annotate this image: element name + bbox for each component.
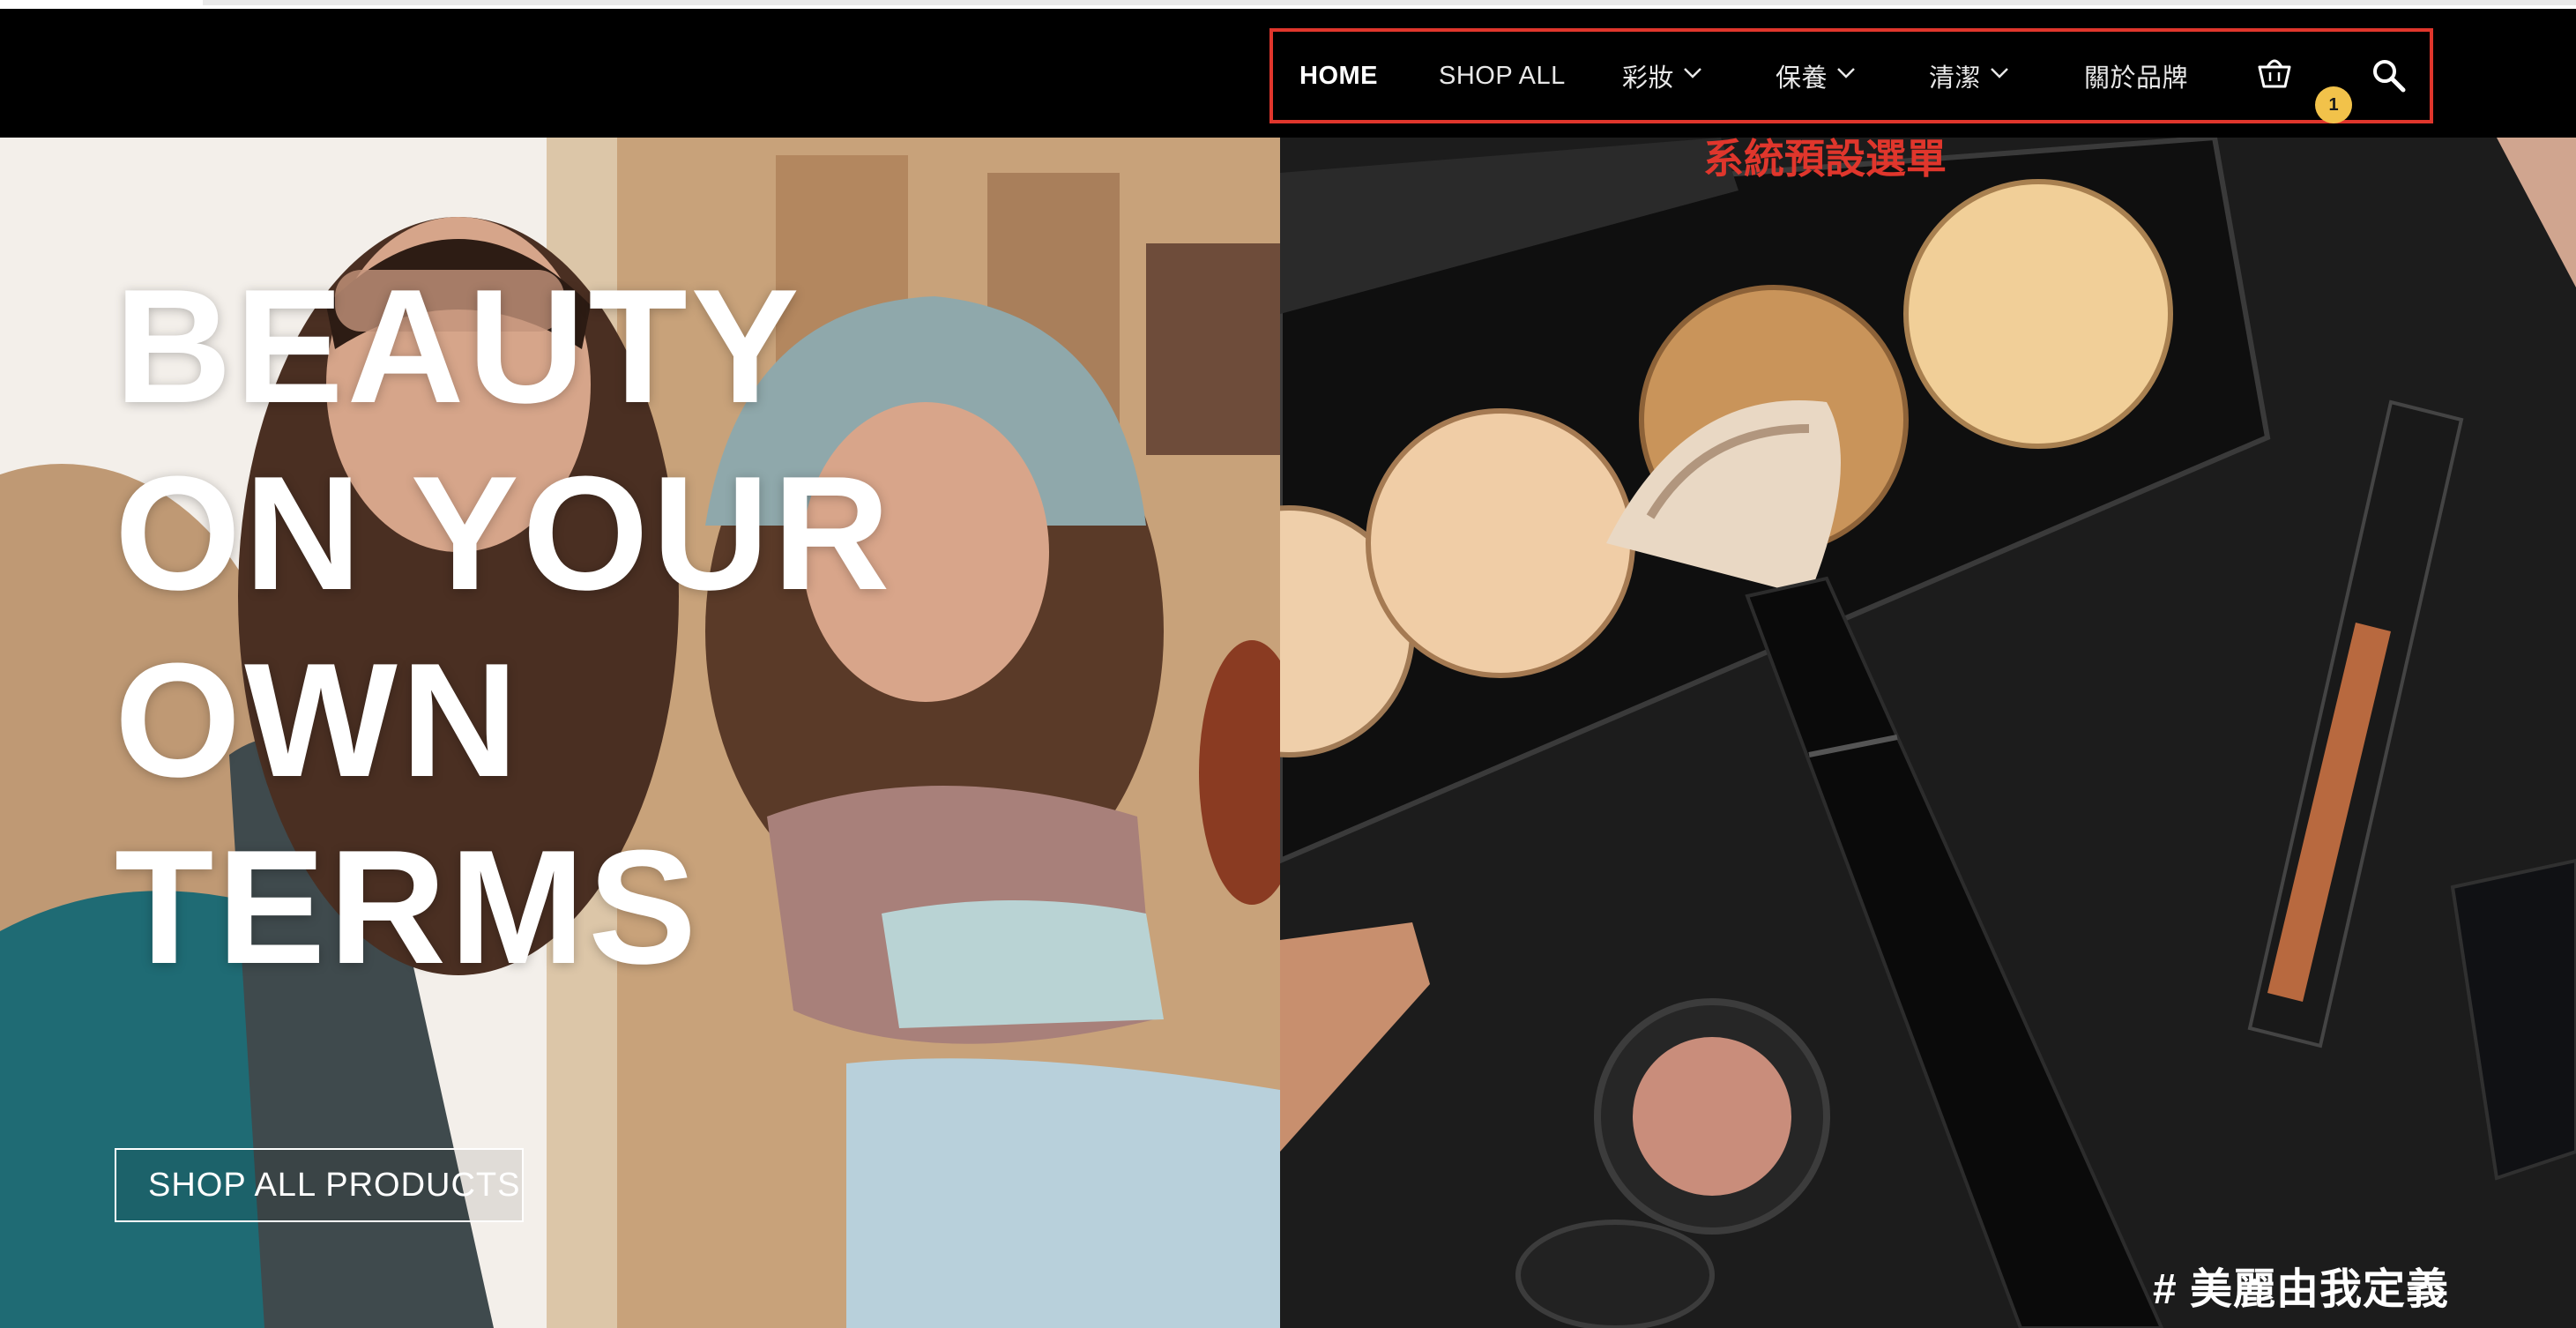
- hero-headline: BEAUTY ON YOUR OWN TERMS: [115, 252, 893, 1000]
- chevron-down-icon: [1990, 67, 2009, 79]
- menu-item-label: SHOP ALL: [1439, 61, 1566, 90]
- chevron-down-icon: [1836, 67, 1856, 79]
- search-icon[interactable]: [2370, 56, 2408, 95]
- menu-item-makeup[interactable]: 彩妝: [1622, 32, 1702, 120]
- chevron-down-icon: [1683, 67, 1702, 79]
- headline-line: ON YOUR: [115, 442, 894, 623]
- menu-item-skincare[interactable]: 保養: [1776, 32, 1856, 120]
- hero-tagline: # 美麗由我定義: [2153, 1266, 2450, 1313]
- hero-banner: BEAUTY ON YOUR OWN TERMS SHOP ALL PRODUC…: [0, 138, 2576, 1328]
- hero-photo-models: BEAUTY ON YOUR OWN TERMS SHOP ALL PRODUC…: [0, 138, 1280, 1328]
- headline-line: OWN: [115, 629, 522, 810]
- site-header: HOME SHOP ALL 彩妝 保養 清潔 關於品牌 1: [0, 9, 2576, 138]
- headline-line: BEAUTY: [115, 255, 803, 436]
- menu-item-label: 清潔: [1929, 64, 1982, 93]
- menu-item-about-brand[interactable]: 關於品牌: [2084, 32, 2188, 120]
- headline-line: TERMS: [115, 816, 700, 997]
- top-strip: [0, 0, 2576, 9]
- default-menu-annotation: 系統預設選單: [1703, 138, 1947, 182]
- shop-all-products-button[interactable]: SHOP ALL PRODUCTS: [115, 1148, 524, 1222]
- menu-item-label: 彩妝: [1622, 64, 1675, 93]
- hero-photo-cosmetics: [1280, 138, 2576, 1328]
- shopping-basket-icon[interactable]: [2254, 53, 2295, 93]
- menu-item-shop-all[interactable]: SHOP ALL: [1439, 32, 1566, 120]
- cart-count-badge: 1: [2315, 86, 2352, 123]
- menu-item-label: 關於品牌: [2084, 64, 2189, 93]
- cosmetics-illustration: [1280, 138, 2576, 1328]
- menu-item-label: 保養: [1776, 64, 1828, 93]
- menu-item-cleansing[interactable]: 清潔: [1929, 32, 2009, 120]
- main-menu: HOME SHOP ALL 彩妝 保養 清潔 關於品牌 1: [1269, 28, 2433, 123]
- menu-item-label: HOME: [1299, 61, 1378, 90]
- menu-item-home[interactable]: HOME: [1299, 32, 1378, 120]
